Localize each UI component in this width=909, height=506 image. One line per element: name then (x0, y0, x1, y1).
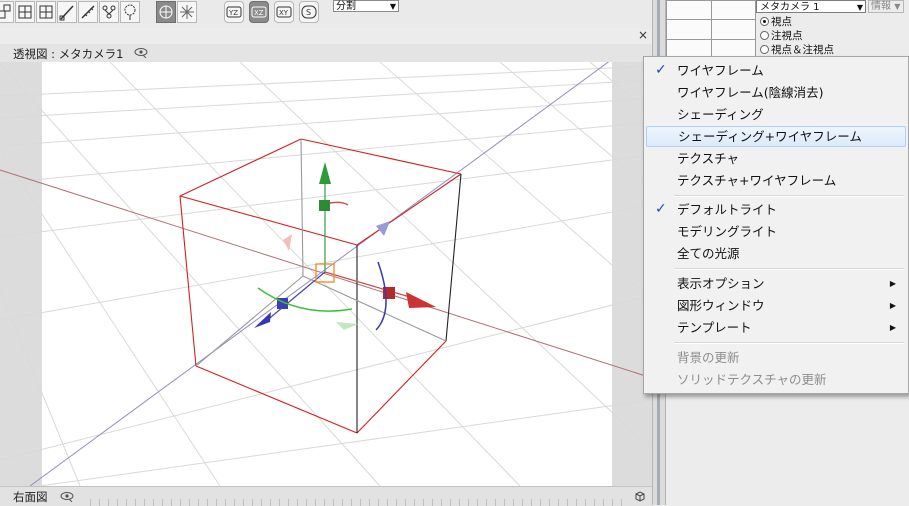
grid-tool-icon[interactable] (36, 1, 56, 23)
menu-item-wireframe-hidden-line[interactable]: ワイヤフレーム(陰線消去) (646, 82, 906, 103)
close-icon[interactable]: × (638, 28, 648, 42)
menu-item-texture-wireframe[interactable]: テクスチャ+ワイヤフレーム (646, 170, 906, 191)
context-menu: ✓ ワイヤフレーム ワイヤフレーム(陰線消去) シェーディング シェーディング+… (643, 56, 909, 394)
menu-item-texture[interactable]: テクスチャ (646, 148, 906, 169)
svg-text:XY: XY (279, 9, 289, 17)
xz-view-icon[interactable]: XZ (249, 1, 269, 23)
menu-item-label: デフォルトライト (677, 202, 778, 217)
xy-view-icon[interactable]: XY (274, 1, 294, 23)
menu-item-label: モデリングライト (677, 224, 778, 239)
dropdown-arrow-icon: ▼ (389, 2, 396, 11)
menu-item-modeling-light[interactable]: モデリングライト (646, 221, 906, 242)
split-select-value: 分割 (336, 1, 356, 12)
yz-view-icon[interactable]: YZ (224, 1, 244, 23)
menu-item-label: ワイヤフレーム(陰線消去) (677, 85, 824, 100)
svg-text:XZ: XZ (254, 9, 264, 17)
perspective-view-title: 透視図 : メタカメラ1 (13, 47, 124, 61)
menu-item-label: ワイヤフレーム (677, 63, 764, 78)
menu-item-label: ソリッドテクスチャの更新 (677, 372, 827, 387)
dropdown-arrow-icon: ▼ (894, 2, 901, 11)
camera-preview[interactable] (666, 0, 756, 58)
menu-separator (674, 268, 904, 270)
menu-item-update-background: 背景の更新 (646, 347, 906, 368)
menu-item-label: 全ての光源 (677, 246, 740, 261)
info-button-label: 情報 (871, 1, 891, 12)
menu-separator (674, 195, 904, 197)
menu-item-label: テクスチャ+ワイヤフレーム (677, 173, 837, 188)
radio-viewpoint[interactable]: 視点 (760, 16, 792, 28)
tree-tool-icon[interactable] (120, 1, 140, 23)
menu-item-shading[interactable]: シェーディング (646, 104, 906, 125)
render-sphere-icon[interactable] (156, 1, 176, 23)
right-view-header: 右面図 (0, 486, 652, 506)
menu-item-display-options[interactable]: 表示オプション ▶ (646, 273, 906, 294)
light-burst-icon[interactable] (177, 1, 197, 23)
menu-item-update-solid-texture: ソリッドテクスチャの更新 (646, 369, 906, 390)
menu-separator (674, 342, 904, 344)
menu-item-shading-wireframe[interactable]: シェーディング+ワイヤフレーム (646, 126, 906, 147)
menu-item-label: テンプレート (677, 320, 752, 335)
info-button[interactable]: 情報 ▼ (868, 0, 904, 13)
z-axis-line (29, 62, 610, 486)
nodes-tool-icon[interactable] (99, 1, 119, 23)
radio-viewpoint-and-target[interactable]: 視点＆注視点 (760, 44, 834, 56)
camera-select-value: メタカメラ 1 (760, 2, 820, 13)
svg-text:YZ: YZ (228, 9, 238, 17)
chevron-right-icon: ▶ (889, 323, 896, 332)
menu-item-label: 図形ウィンドウ (677, 298, 765, 313)
menu-item-all-lights[interactable]: 全ての光源 (646, 243, 906, 264)
menu-item-template[interactable]: テンプレート ▶ (646, 317, 906, 338)
split-view-tool-icon[interactable] (15, 1, 35, 23)
scene-canvas (0, 62, 652, 486)
ruler-tool-icon[interactable] (78, 1, 98, 23)
chevron-right-icon: ▶ (889, 301, 896, 310)
eye-camera-icon[interactable] (60, 491, 74, 502)
preview-gridline (711, 1, 712, 57)
menu-item-label: テクスチャ (677, 151, 740, 166)
menu-item-label: シェーディング+ワイヤフレーム (678, 129, 862, 144)
checkmark-icon: ✓ (655, 62, 667, 78)
chevron-right-icon: ▶ (889, 279, 896, 288)
menu-item-figure-window[interactable]: 図形ウィンドウ ▶ (646, 295, 906, 316)
toolbar: YZ XZ XY S 分割 ▼ (0, 0, 652, 28)
radio-label: 視点＆注視点 (771, 44, 834, 56)
menu-item-label: 背景の更新 (677, 350, 740, 365)
camera-select[interactable]: メタカメラ 1 ▼ (756, 0, 866, 13)
radio-label: 注視点 (771, 30, 803, 42)
menu-item-default-light[interactable]: ✓ デフォルトライト (646, 199, 906, 220)
transform-tool-icon[interactable] (0, 1, 14, 23)
radio-target[interactable]: 注視点 (760, 30, 803, 42)
menu-item-label: シェーディング (677, 107, 764, 122)
menu-item-wireframe[interactable]: ✓ ワイヤフレーム (646, 60, 906, 81)
perspective-view-header: 透視図 : メタカメラ1 (0, 44, 652, 62)
checkmark-icon: ✓ (655, 201, 667, 217)
s-mode-icon[interactable]: S (299, 1, 319, 23)
radio-button-icon[interactable] (760, 17, 769, 26)
right-view-title: 右面図 (13, 490, 48, 504)
radio-label: 視点 (771, 16, 792, 28)
split-select[interactable]: 分割 ▼ (333, 0, 399, 12)
radio-button-icon[interactable] (760, 31, 769, 40)
perspective-viewport[interactable] (0, 62, 652, 486)
pen-tool-icon[interactable] (57, 1, 77, 23)
svg-text:S: S (306, 8, 311, 17)
menu-item-label: 表示オプション (677, 276, 765, 291)
dropdown-arrow-icon: ▼ (856, 3, 863, 12)
cube-icon[interactable] (634, 490, 646, 502)
eye-camera-icon[interactable] (134, 47, 148, 58)
radio-button-icon[interactable] (760, 45, 769, 54)
